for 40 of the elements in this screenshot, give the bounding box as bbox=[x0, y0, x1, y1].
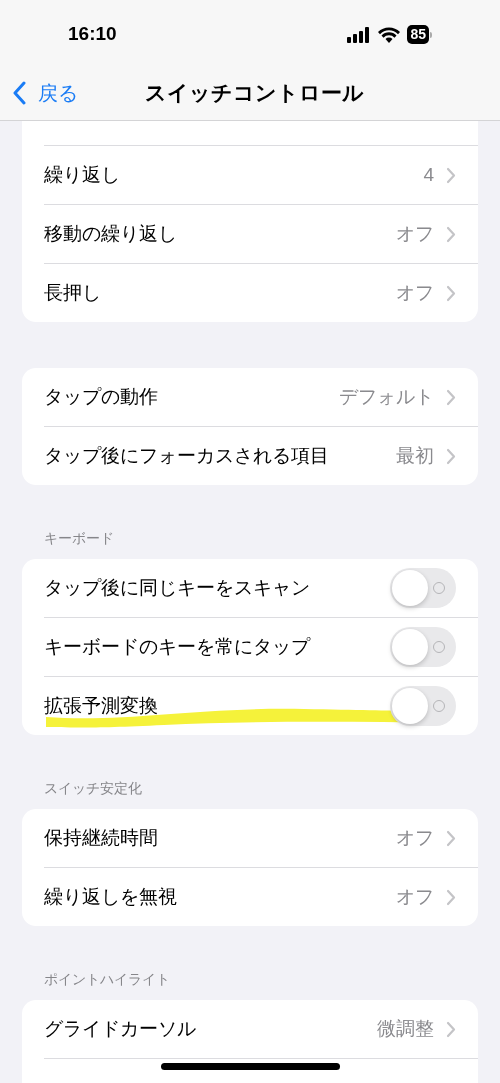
back-button[interactable]: 戻る bbox=[12, 77, 78, 108]
row-value: 微調整 bbox=[377, 1016, 434, 1041]
row-label: 拡張予測変換 bbox=[44, 693, 158, 718]
row-label: 移動の繰り返し bbox=[44, 221, 177, 246]
section-header: スイッチ安定化 bbox=[44, 779, 142, 798]
row-value: デフォルト bbox=[339, 384, 434, 409]
row-label: タップ後にフォーカスされる項目 bbox=[44, 443, 329, 468]
row-value: 最初 bbox=[396, 443, 434, 468]
row-label: タップ後に同じキーをスキャン bbox=[44, 575, 310, 600]
row-label: キーボードのキーを常にタップ bbox=[44, 634, 310, 659]
chevron-icon bbox=[446, 225, 456, 243]
chevron-icon bbox=[446, 388, 456, 406]
back-chevron-icon bbox=[12, 80, 26, 105]
row-label: タップの動作 bbox=[44, 384, 158, 409]
chevron-icon bbox=[446, 1020, 456, 1038]
signal-icon bbox=[347, 26, 372, 43]
status-time: 16:10 bbox=[68, 22, 118, 47]
chevron-icon bbox=[446, 888, 456, 906]
chevron-icon bbox=[446, 447, 456, 465]
section-header: キーボード bbox=[44, 529, 114, 548]
row-value: オフ bbox=[396, 884, 434, 909]
wifi-icon bbox=[378, 26, 401, 43]
chevron-icon bbox=[446, 166, 456, 184]
toggle-switch[interactable] bbox=[390, 568, 456, 608]
chevron-icon bbox=[446, 284, 456, 302]
page-title: スイッチコントロール bbox=[145, 79, 364, 106]
chevron-icon bbox=[446, 829, 456, 847]
row-value: 4 bbox=[423, 162, 434, 187]
row-label: グライドカーソル bbox=[44, 1016, 196, 1041]
row-label: 繰り返しを無視 bbox=[44, 884, 177, 909]
section-header: ポイントハイライト bbox=[44, 970, 170, 989]
row-label: 長押し bbox=[44, 280, 101, 305]
row-value: オフ bbox=[396, 825, 434, 850]
row-value: オフ bbox=[396, 280, 434, 305]
row-value: オフ bbox=[396, 221, 434, 246]
battery-indicator: 85 bbox=[407, 25, 432, 44]
row-label: 繰り返し bbox=[44, 162, 120, 187]
row-label: 保持継続時間 bbox=[44, 825, 158, 850]
toggle-switch[interactable] bbox=[390, 627, 456, 667]
toggle-switch[interactable] bbox=[390, 686, 456, 726]
